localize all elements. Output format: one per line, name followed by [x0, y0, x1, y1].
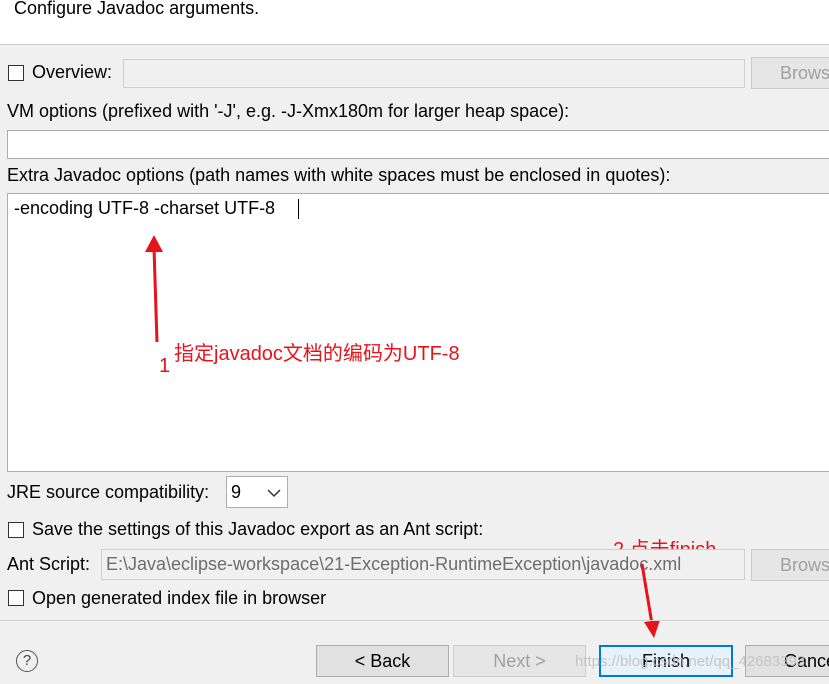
overview-browse-button[interactable]: Brows [751, 57, 829, 89]
extra-options-textarea[interactable]: -encoding UTF-8 -charset UTF-8 [7, 193, 829, 472]
save-ant-label: Save the settings of this Javadoc export… [32, 519, 484, 539]
overview-checkbox[interactable] [8, 65, 24, 81]
footer-separator [0, 620, 829, 621]
jre-select-value: 9 [231, 482, 242, 502]
open-index-label: Open generated index file in browser [32, 588, 327, 608]
overview-label: Overview: [32, 62, 113, 82]
back-button[interactable]: < Back [316, 645, 449, 677]
overview-field [123, 59, 745, 88]
next-button-label: Next > [493, 651, 546, 671]
annotation-1-number: 1 [159, 355, 171, 377]
next-button[interactable]: Next > [453, 645, 586, 677]
extra-options-label: Extra Javadoc options (path names with w… [7, 165, 671, 185]
save-ant-checkbox[interactable] [8, 522, 24, 538]
annotation-arrow-1 [145, 235, 163, 343]
ant-script-browse-button[interactable]: Brows [751, 549, 829, 581]
ant-script-value: E:\Java\eclipse-workspace\21-Exception-R… [106, 554, 682, 574]
dialog-title: Configure Javadoc arguments. [14, 0, 260, 18]
dialog-header: Configure Javadoc arguments. [0, 0, 829, 45]
help-icon[interactable]: ? [16, 650, 38, 672]
extra-options-text: -encoding UTF-8 -charset UTF-8 [14, 198, 276, 218]
chevron-down-icon [267, 489, 281, 498]
jre-label: JRE source compatibility: [7, 482, 210, 502]
annotation-1-text: 指定javadoc文档的编码为UTF-8 [174, 343, 460, 365]
watermark-text: https://blog.csdn.net/qq_42683393 [575, 653, 806, 670]
text-caret [298, 199, 299, 219]
ant-script-label: Ant Script: [7, 554, 91, 574]
back-button-label: < Back [354, 651, 411, 671]
vm-options-label: VM options (prefixed with '-J', e.g. -J-… [7, 101, 570, 121]
vm-options-input[interactable] [7, 130, 829, 159]
annotation-arrow-2 [640, 563, 660, 638]
open-index-checkbox[interactable] [8, 590, 24, 606]
jre-select[interactable]: 9 [226, 476, 288, 508]
